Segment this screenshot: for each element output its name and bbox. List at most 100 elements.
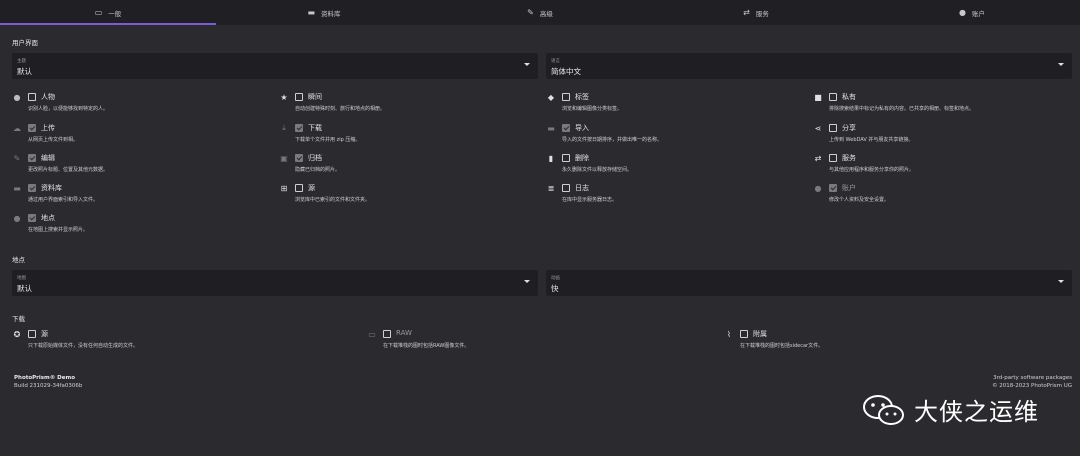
option-desc: 下载单个文件并用 zip 压缩。: [295, 137, 361, 143]
option-name: 分享: [842, 124, 856, 132]
option-name: 源: [41, 330, 48, 338]
archive-checkbox[interactable]: [295, 154, 303, 162]
option-name: 地点: [41, 214, 55, 222]
wrench-icon: ✎: [527, 8, 534, 17]
account-icon: ●: [959, 8, 966, 17]
copyright: © 2018-2023 PhotoPrism UG: [992, 383, 1072, 389]
map-label: 地图: [17, 276, 26, 281]
folder-icon: ▬: [307, 8, 316, 17]
chevron-down-icon: [524, 280, 530, 283]
import-checkbox[interactable]: [562, 124, 570, 132]
option-desc: 隐藏已归档的照片。: [295, 167, 341, 173]
share-icon: ⋖: [814, 123, 822, 133]
animation-select[interactable]: 动画 快: [546, 270, 1072, 296]
tab-label: 一般: [108, 9, 122, 18]
archive-icon: ▣: [280, 153, 288, 163]
labels-checkbox[interactable]: [562, 93, 570, 101]
footer-app-info: PhotoPrism® Demo Build 231029-34fa0306b: [14, 374, 82, 390]
private-checkbox[interactable]: [829, 93, 837, 101]
log-icon: ≣: [547, 183, 555, 193]
option-desc: 在下载堆栈的图时包括sidecar文件。: [740, 343, 824, 349]
star-icon: ★: [280, 92, 288, 102]
swap-arrows-icon: ⇄: [814, 153, 822, 163]
option-name: 资料库: [41, 184, 62, 192]
map-marker-icon: ●: [13, 213, 21, 223]
option-desc: 在库中显示服务器日志。: [562, 197, 618, 203]
lock-icon: ■: [814, 92, 822, 102]
watermark-text: 大侠之运维: [914, 398, 1039, 426]
folder-import-icon: ▬: [547, 123, 555, 133]
upload-checkbox[interactable]: [28, 124, 36, 132]
share-checkbox[interactable]: [829, 124, 837, 132]
tab-label: 服务: [755, 9, 769, 18]
map-select[interactable]: 地图 默认: [12, 270, 538, 296]
build-number: Build 231029-34fa0306b: [14, 383, 83, 389]
option-name: 私有: [842, 93, 856, 101]
option-desc: 在地图上搜索并显示照片。: [28, 227, 89, 233]
option-name: 日志: [575, 184, 589, 192]
people-checkbox[interactable]: [28, 93, 36, 101]
footer-legal: 3rd-party software packages © 2018-2023 …: [992, 374, 1072, 390]
option-desc: 排除搜索结果中标记为私有的内容。已共享的相册、标签和地点。: [829, 106, 975, 112]
option-desc: 与其他应用程序和服务分享你的照片。: [829, 167, 915, 173]
download-checkbox[interactable]: [295, 124, 303, 132]
option-name: 瞬间: [308, 93, 322, 101]
download-originals-checkbox[interactable]: [28, 330, 36, 338]
option-desc: 从网页上传文件到相。: [28, 137, 79, 143]
tab-library[interactable]: ▬ 资料库: [216, 0, 432, 25]
trash-icon: ▮: [548, 153, 554, 163]
library-checkbox[interactable]: [28, 184, 36, 192]
download-raw-checkbox[interactable]: [383, 330, 391, 338]
option-name: 附属: [753, 330, 767, 338]
tab-services[interactable]: ⇄ 服务: [648, 0, 864, 25]
option-name: 上传: [41, 124, 55, 132]
option-desc: 上传到 WebDAV 并与朋友共享链接。: [829, 137, 914, 143]
theme-select[interactable]: 主题 默认: [12, 53, 538, 79]
map-value: 默认: [17, 284, 32, 293]
logs-checkbox[interactable]: [562, 184, 570, 192]
tab-label: 资料库: [321, 9, 341, 18]
option-name: 人物: [41, 93, 55, 101]
monitor-icon: ▭: [94, 8, 103, 17]
tab-account[interactable]: ● 账户: [864, 0, 1080, 25]
person-icon: ●: [13, 92, 21, 102]
option-desc: 自动创建特殊时刻、旅行和地点的相册。: [295, 106, 386, 112]
option-name: 导入: [575, 124, 589, 132]
option-name: 下载: [308, 124, 322, 132]
watermark: 大侠之运维: [862, 392, 1039, 427]
option-name: 源: [308, 184, 315, 192]
places-checkbox[interactable]: [28, 214, 36, 222]
tab-advanced[interactable]: ✎ 高级: [432, 0, 648, 25]
third-party-link[interactable]: 3rd-party software packages: [992, 374, 1072, 382]
services-checkbox[interactable]: [829, 154, 837, 162]
option-desc: 识别人脸，以便能够找到特定的人。: [28, 106, 109, 112]
option-name: RAW: [396, 329, 412, 337]
option-desc: 浏览和编辑图像分类标签。: [562, 106, 623, 112]
option-desc: 永久删除文件以释放存储空间。: [562, 167, 633, 173]
download-sidecar-checkbox[interactable]: [740, 330, 748, 338]
language-select[interactable]: 语言 简体中文: [546, 53, 1072, 79]
theme-label: 主题: [17, 59, 26, 64]
moments-checkbox[interactable]: [295, 93, 303, 101]
tab-label: 账户: [971, 9, 985, 18]
option-desc: 通过用户界面索引和导入文件。: [28, 197, 99, 203]
account-checkbox[interactable]: [829, 184, 837, 192]
option-desc: 导入的文件按日期排序，并做出唯一的名称。: [562, 137, 663, 143]
folder-icon: ▬: [13, 183, 21, 193]
option-name: 删除: [575, 154, 589, 162]
file-tree-icon: ⊞: [280, 183, 288, 193]
option-desc: 浏览库中已索引的文件和文件夹。: [295, 197, 371, 203]
originals-checkbox[interactable]: [295, 184, 303, 192]
option-name: 账户: [842, 184, 856, 192]
language-value: 简体中文: [551, 67, 581, 76]
wechat-icon: [863, 394, 904, 425]
tab-label: 高级: [539, 9, 553, 18]
edit-checkbox[interactable]: [28, 154, 36, 162]
label-icon: ◆: [547, 92, 555, 102]
tab-general[interactable]: ▭ 一般: [0, 0, 216, 25]
cloud-upload-icon: ☁: [13, 123, 21, 133]
delete-checkbox[interactable]: [562, 154, 570, 162]
paperclip-icon: ⌇: [727, 329, 731, 339]
option-desc: 只下载原始媒体文件，没有任何自动生成的文件。: [28, 343, 139, 349]
chevron-down-icon: [1058, 280, 1064, 283]
